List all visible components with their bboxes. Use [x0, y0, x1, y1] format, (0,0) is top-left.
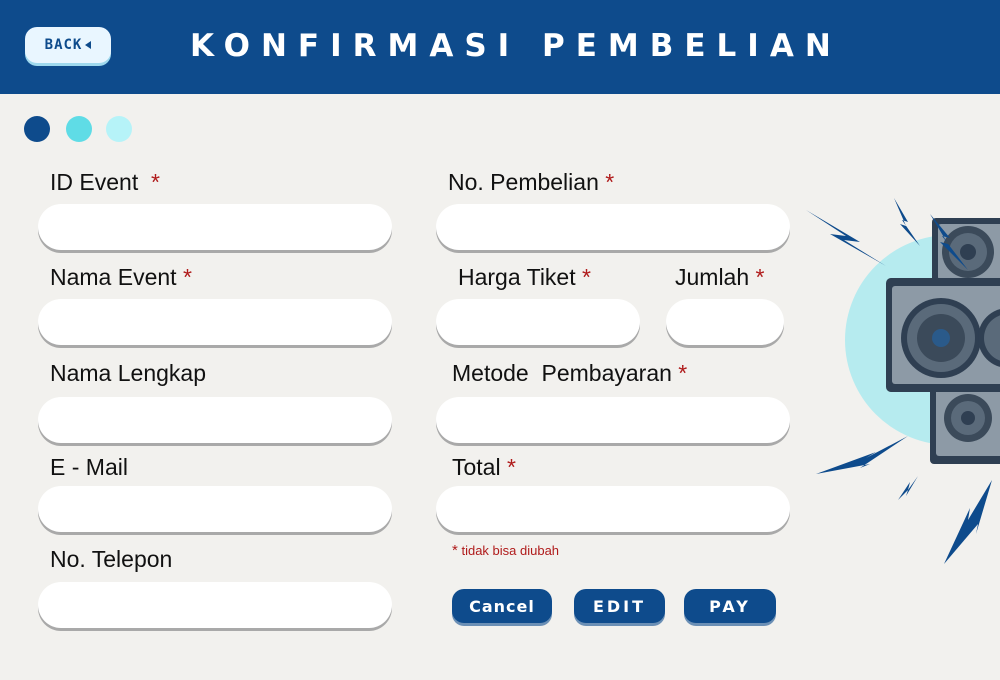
email-label: E - Mail — [50, 454, 128, 480]
jumlah-input[interactable] — [666, 299, 784, 345]
pay-button[interactable]: PAY — [684, 589, 776, 623]
harga-tiket-label: Harga Tiket * — [458, 264, 591, 290]
back-arrow-icon — [85, 41, 92, 49]
email-input[interactable] — [38, 486, 392, 532]
nama-event-label: Nama Event * — [50, 264, 192, 290]
cancel-button[interactable]: Cancel — [452, 589, 552, 623]
lightning-icon — [816, 436, 908, 474]
speaker-illustration — [806, 198, 1000, 564]
metode-pembayaran-input[interactable] — [436, 397, 790, 443]
lightning-icon — [806, 210, 886, 266]
harga-tiket-input[interactable] — [436, 299, 640, 345]
page-title: KONFIRMASI PEMBELIAN — [190, 28, 842, 64]
nama-lengkap-input[interactable] — [38, 397, 392, 443]
id-event-input[interactable] — [38, 204, 392, 250]
required-marker: * — [182, 264, 192, 290]
id-event-label: ID Event * — [50, 169, 160, 195]
lightning-icon — [898, 476, 918, 500]
total-input[interactable] — [436, 486, 790, 532]
no-pembelian-input[interactable] — [436, 204, 790, 250]
jumlah-label: Jumlah * — [675, 264, 765, 290]
edit-button[interactable]: EDIT — [574, 589, 665, 623]
required-marker: * — [151, 169, 160, 195]
required-marker: * — [755, 264, 765, 290]
nama-lengkap-label: Nama Lengkap — [50, 360, 206, 386]
telepon-input[interactable] — [38, 582, 392, 628]
lightning-icon — [894, 198, 920, 246]
telepon-label: No. Telepon — [50, 546, 173, 572]
no-pembelian-label: No. Pembelian * — [448, 169, 615, 195]
required-marker: * — [605, 169, 615, 195]
metode-pembayaran-label: Metode Pembayaran * — [452, 360, 688, 386]
lightning-icon — [944, 480, 992, 564]
required-marker: * — [582, 264, 591, 290]
step-indicator-2 — [66, 116, 92, 142]
nama-event-input[interactable] — [38, 299, 392, 345]
back-button[interactable]: BACK — [25, 27, 111, 63]
required-marker: * — [678, 360, 688, 386]
required-marker: * — [506, 454, 516, 480]
readonly-note: * tidak bisa diubah — [452, 542, 560, 559]
step-indicator-1 — [24, 116, 50, 142]
back-button-label: BACK — [44, 37, 83, 53]
step-indicator-3 — [106, 116, 132, 142]
header-bar: BACK KONFIRMASI PEMBELIAN — [0, 0, 1000, 94]
total-label: Total * — [452, 454, 516, 480]
